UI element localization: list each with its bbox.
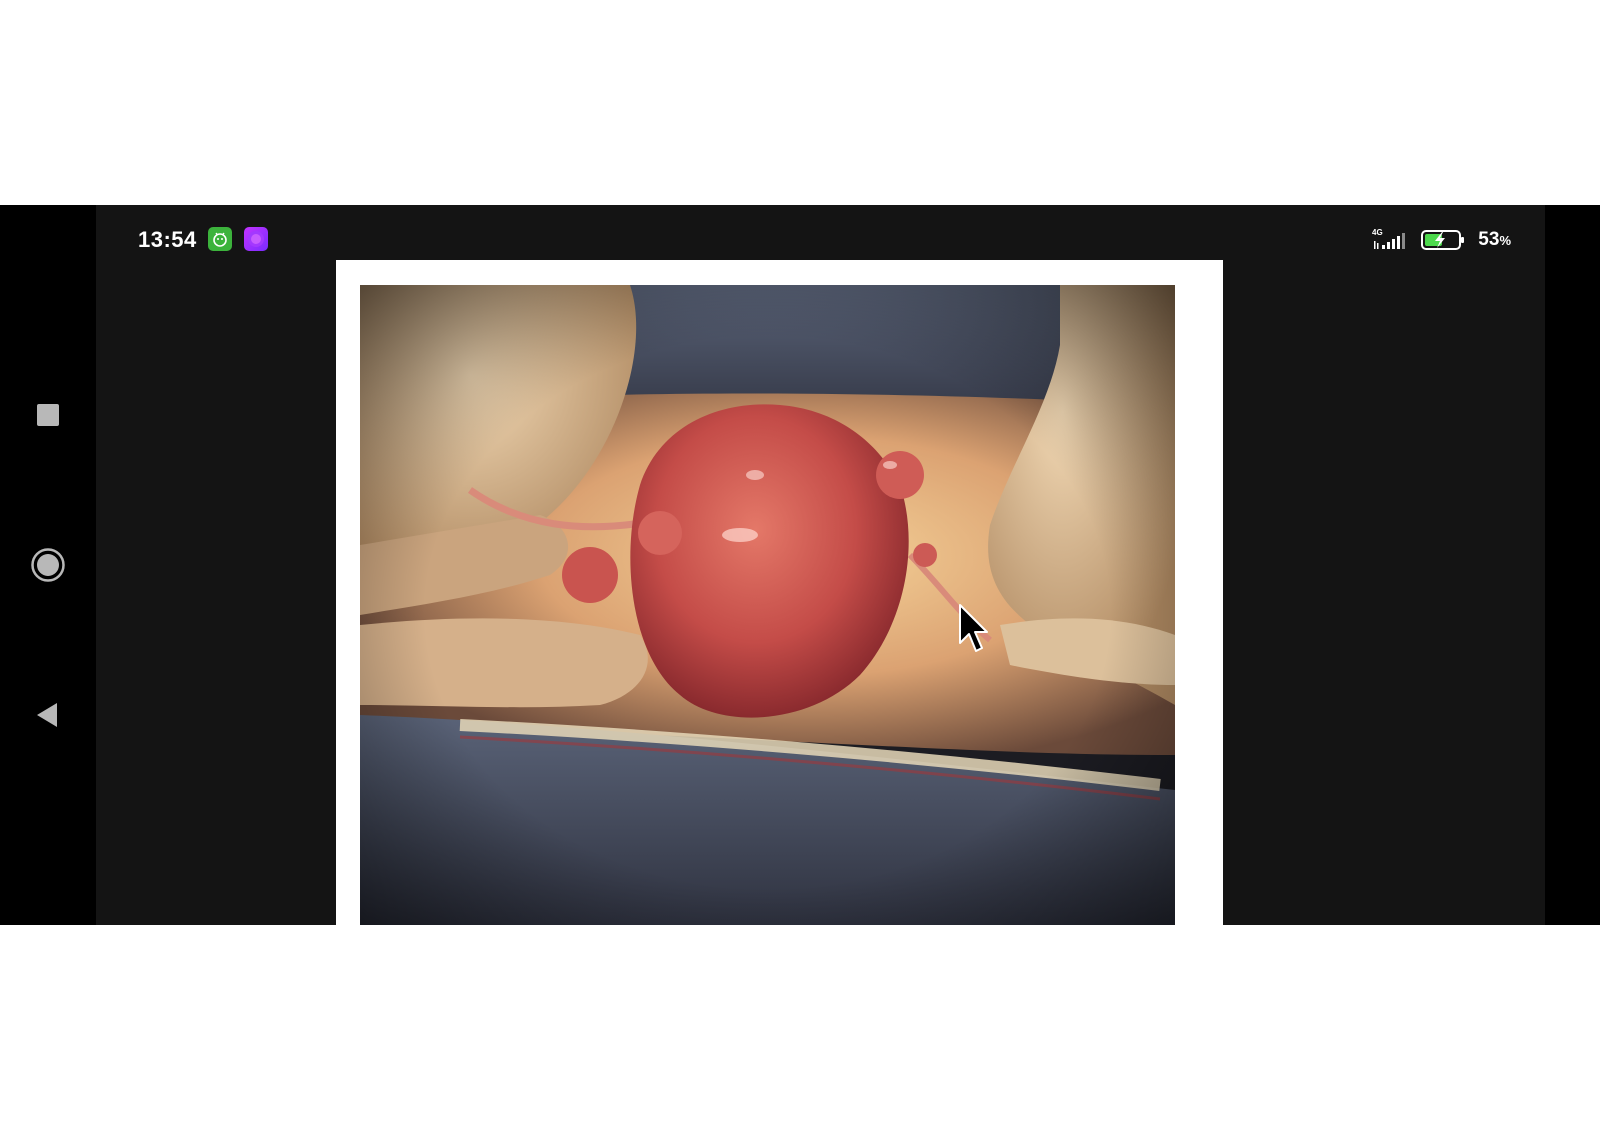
square-icon — [37, 404, 59, 426]
image-viewer: 13:54 4G 53% — [96, 205, 1545, 925]
signal-4g-icon: 4G — [1372, 228, 1406, 249]
back-button[interactable] — [28, 695, 68, 735]
navigation-bar — [0, 205, 96, 925]
status-indicators: 4G 53% — [1372, 227, 1511, 253]
surgical-photo[interactable] — [360, 285, 1175, 925]
phone-screen: 13:54 4G 53% — [0, 205, 1600, 925]
right-edge — [1545, 205, 1600, 925]
network-label: 4G — [1372, 228, 1383, 237]
circle-icon — [31, 548, 65, 582]
purple-app-icon — [244, 227, 268, 251]
recents-button[interactable] — [28, 395, 68, 435]
status-time: 13:54 — [138, 227, 197, 252]
android-robot-app-icon — [208, 227, 232, 251]
home-button[interactable] — [28, 545, 68, 585]
mouse-pointer-icon — [959, 604, 988, 652]
triangle-back-icon — [37, 703, 57, 727]
battery-percentage: 53% — [1478, 229, 1511, 250]
photo-frame — [336, 260, 1223, 925]
battery-charging-icon — [1421, 230, 1465, 250]
